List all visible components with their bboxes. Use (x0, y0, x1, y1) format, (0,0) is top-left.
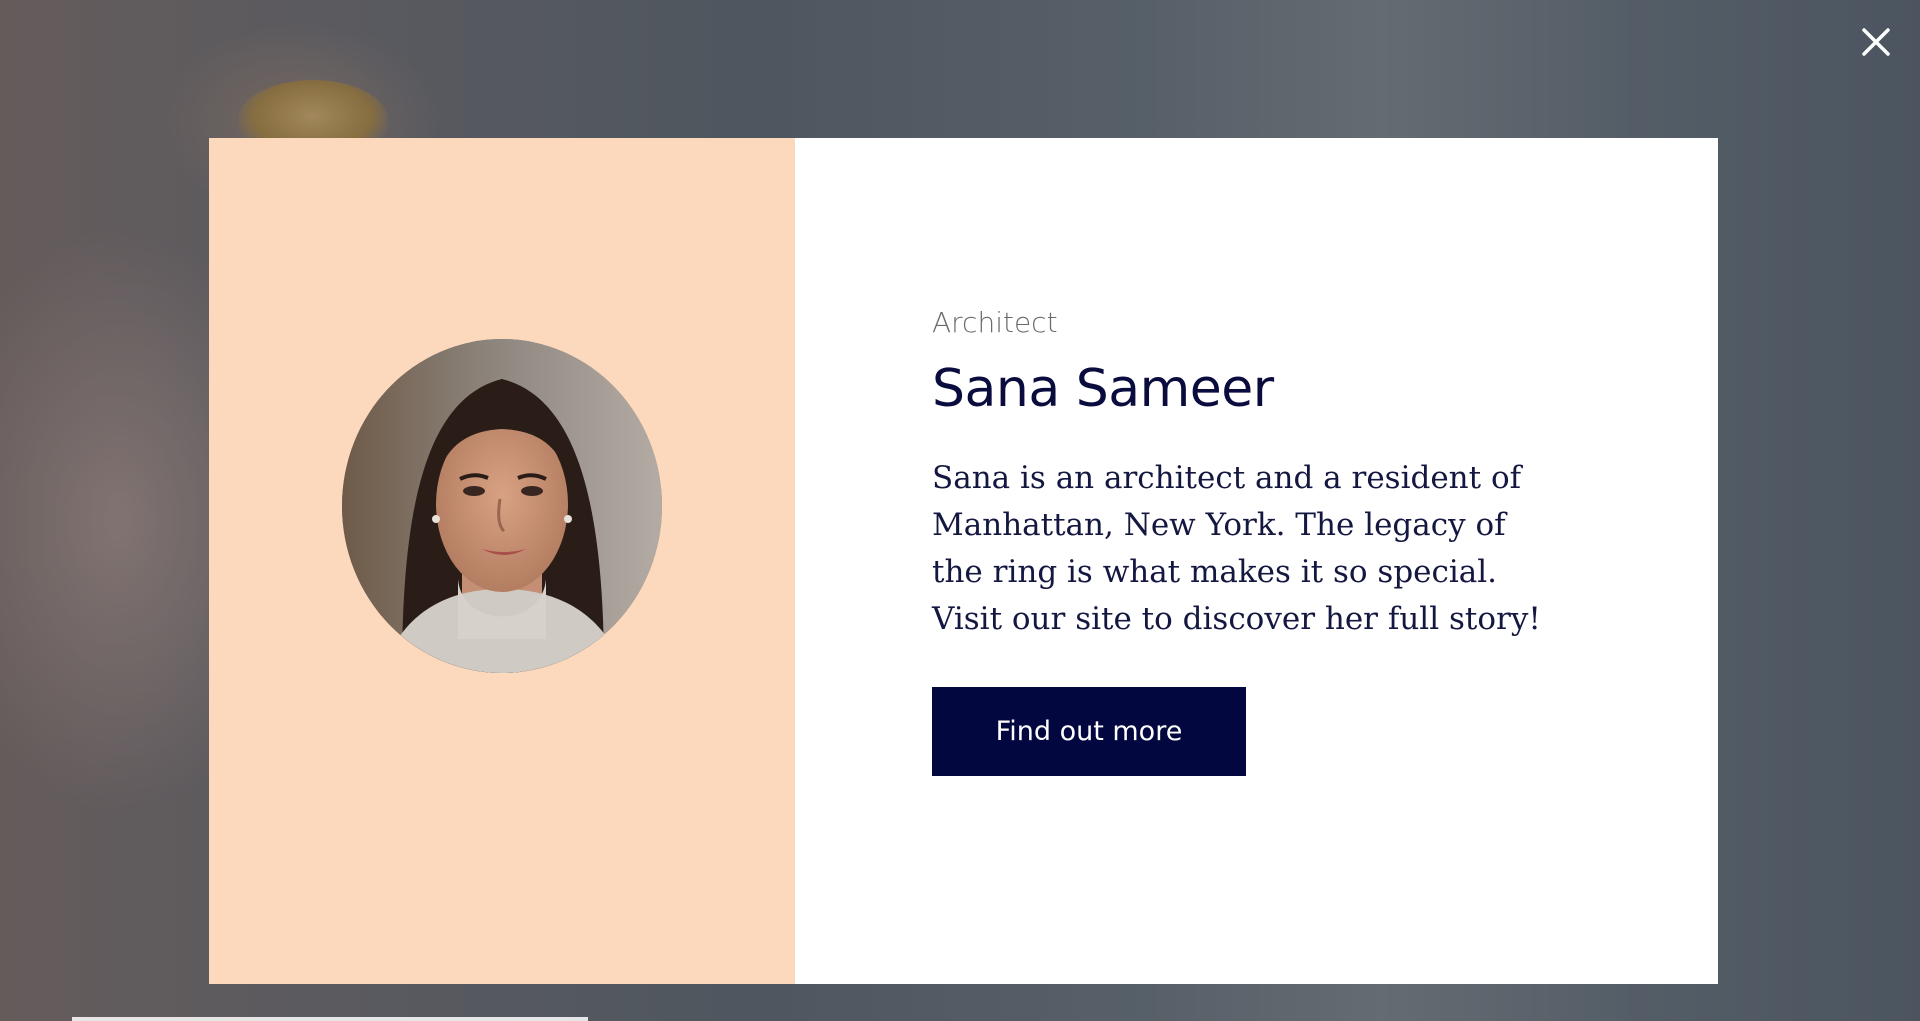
avatar (342, 339, 662, 673)
profile-modal: Architect Sana Sameer Sana is an archite… (209, 138, 1718, 984)
video-progress-bar[interactable] (72, 1017, 588, 1021)
profile-role: Architect (932, 306, 1058, 339)
portrait-photo (342, 339, 662, 673)
modal-image-panel (209, 138, 795, 984)
find-out-more-button[interactable]: Find out more (932, 687, 1246, 777)
close-button[interactable] (1858, 24, 1894, 60)
profile-bio: Sana is an architect and a resident of M… (932, 460, 1541, 638)
modal-content-panel: Architect Sana Sameer Sana is an archite… (795, 138, 1718, 984)
profile-content: Architect Sana Sameer Sana is an archite… (932, 306, 1572, 777)
close-icon (1862, 28, 1890, 56)
profile-name: Sana Sameer (932, 358, 1274, 419)
